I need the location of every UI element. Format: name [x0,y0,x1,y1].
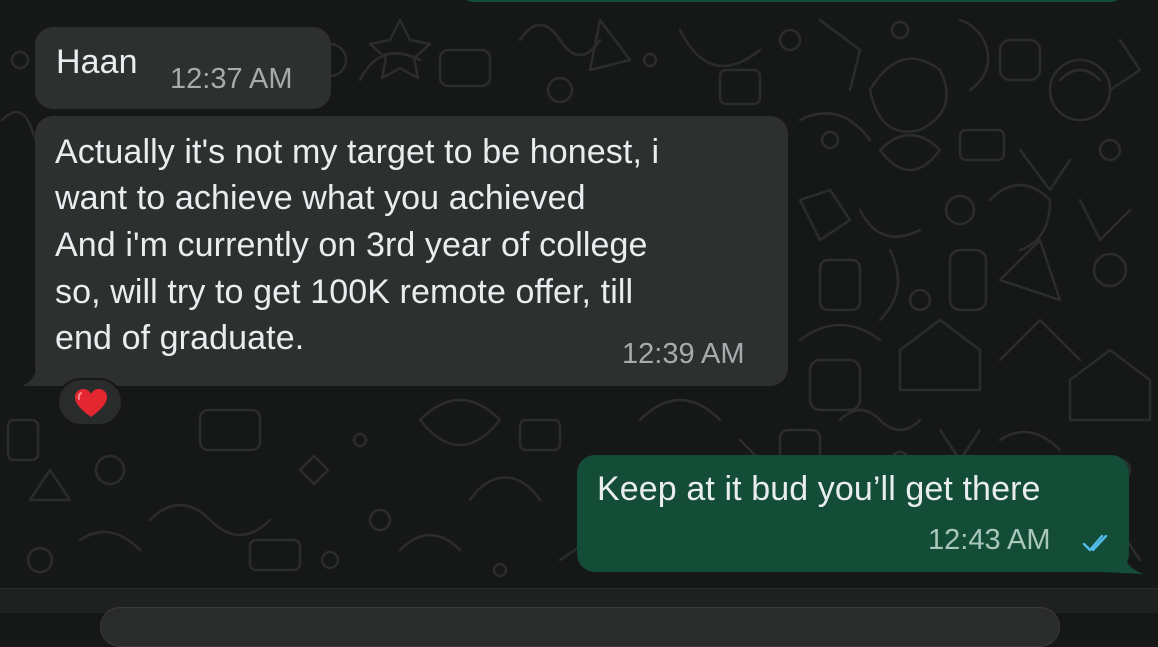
chat-area[interactable]: Haan 12:37 AM Actually it's not my targe… [0,0,1158,588]
red-heart-icon [75,389,107,417]
bubble-tail [22,362,52,386]
message-input[interactable] [100,607,1060,647]
outgoing-message-bubble[interactable]: Keep at it bud you’ll get there 12:43 AM [577,455,1129,572]
message-text-line: end of graduate. [55,319,305,357]
previous-outgoing-bubble-edge [462,0,1122,2]
message-text-line: so, will try to get 100K remote offer, t… [55,273,634,311]
message-reaction[interactable] [57,378,123,426]
composer-bar [0,588,1158,647]
message-text-line: Actually it's not my target to be honest… [55,133,660,171]
message-text: Haan [56,43,138,81]
message-text-line: And i'm currently on 3rd year of college [55,226,648,264]
message-timestamp: 12:37 AM [170,63,293,95]
bubble-tail [1100,548,1144,574]
message-text-line: want to achieve what you achieved [55,179,586,217]
message-timestamp: 12:43 AM [928,524,1051,556]
message-timestamp: 12:39 AM [622,338,745,370]
incoming-message-bubble[interactable]: Haan 12:37 AM [35,27,331,109]
message-text: Keep at it bud you’ll get there [597,470,1041,508]
incoming-message-bubble[interactable]: Actually it's not my target to be honest… [35,116,788,386]
